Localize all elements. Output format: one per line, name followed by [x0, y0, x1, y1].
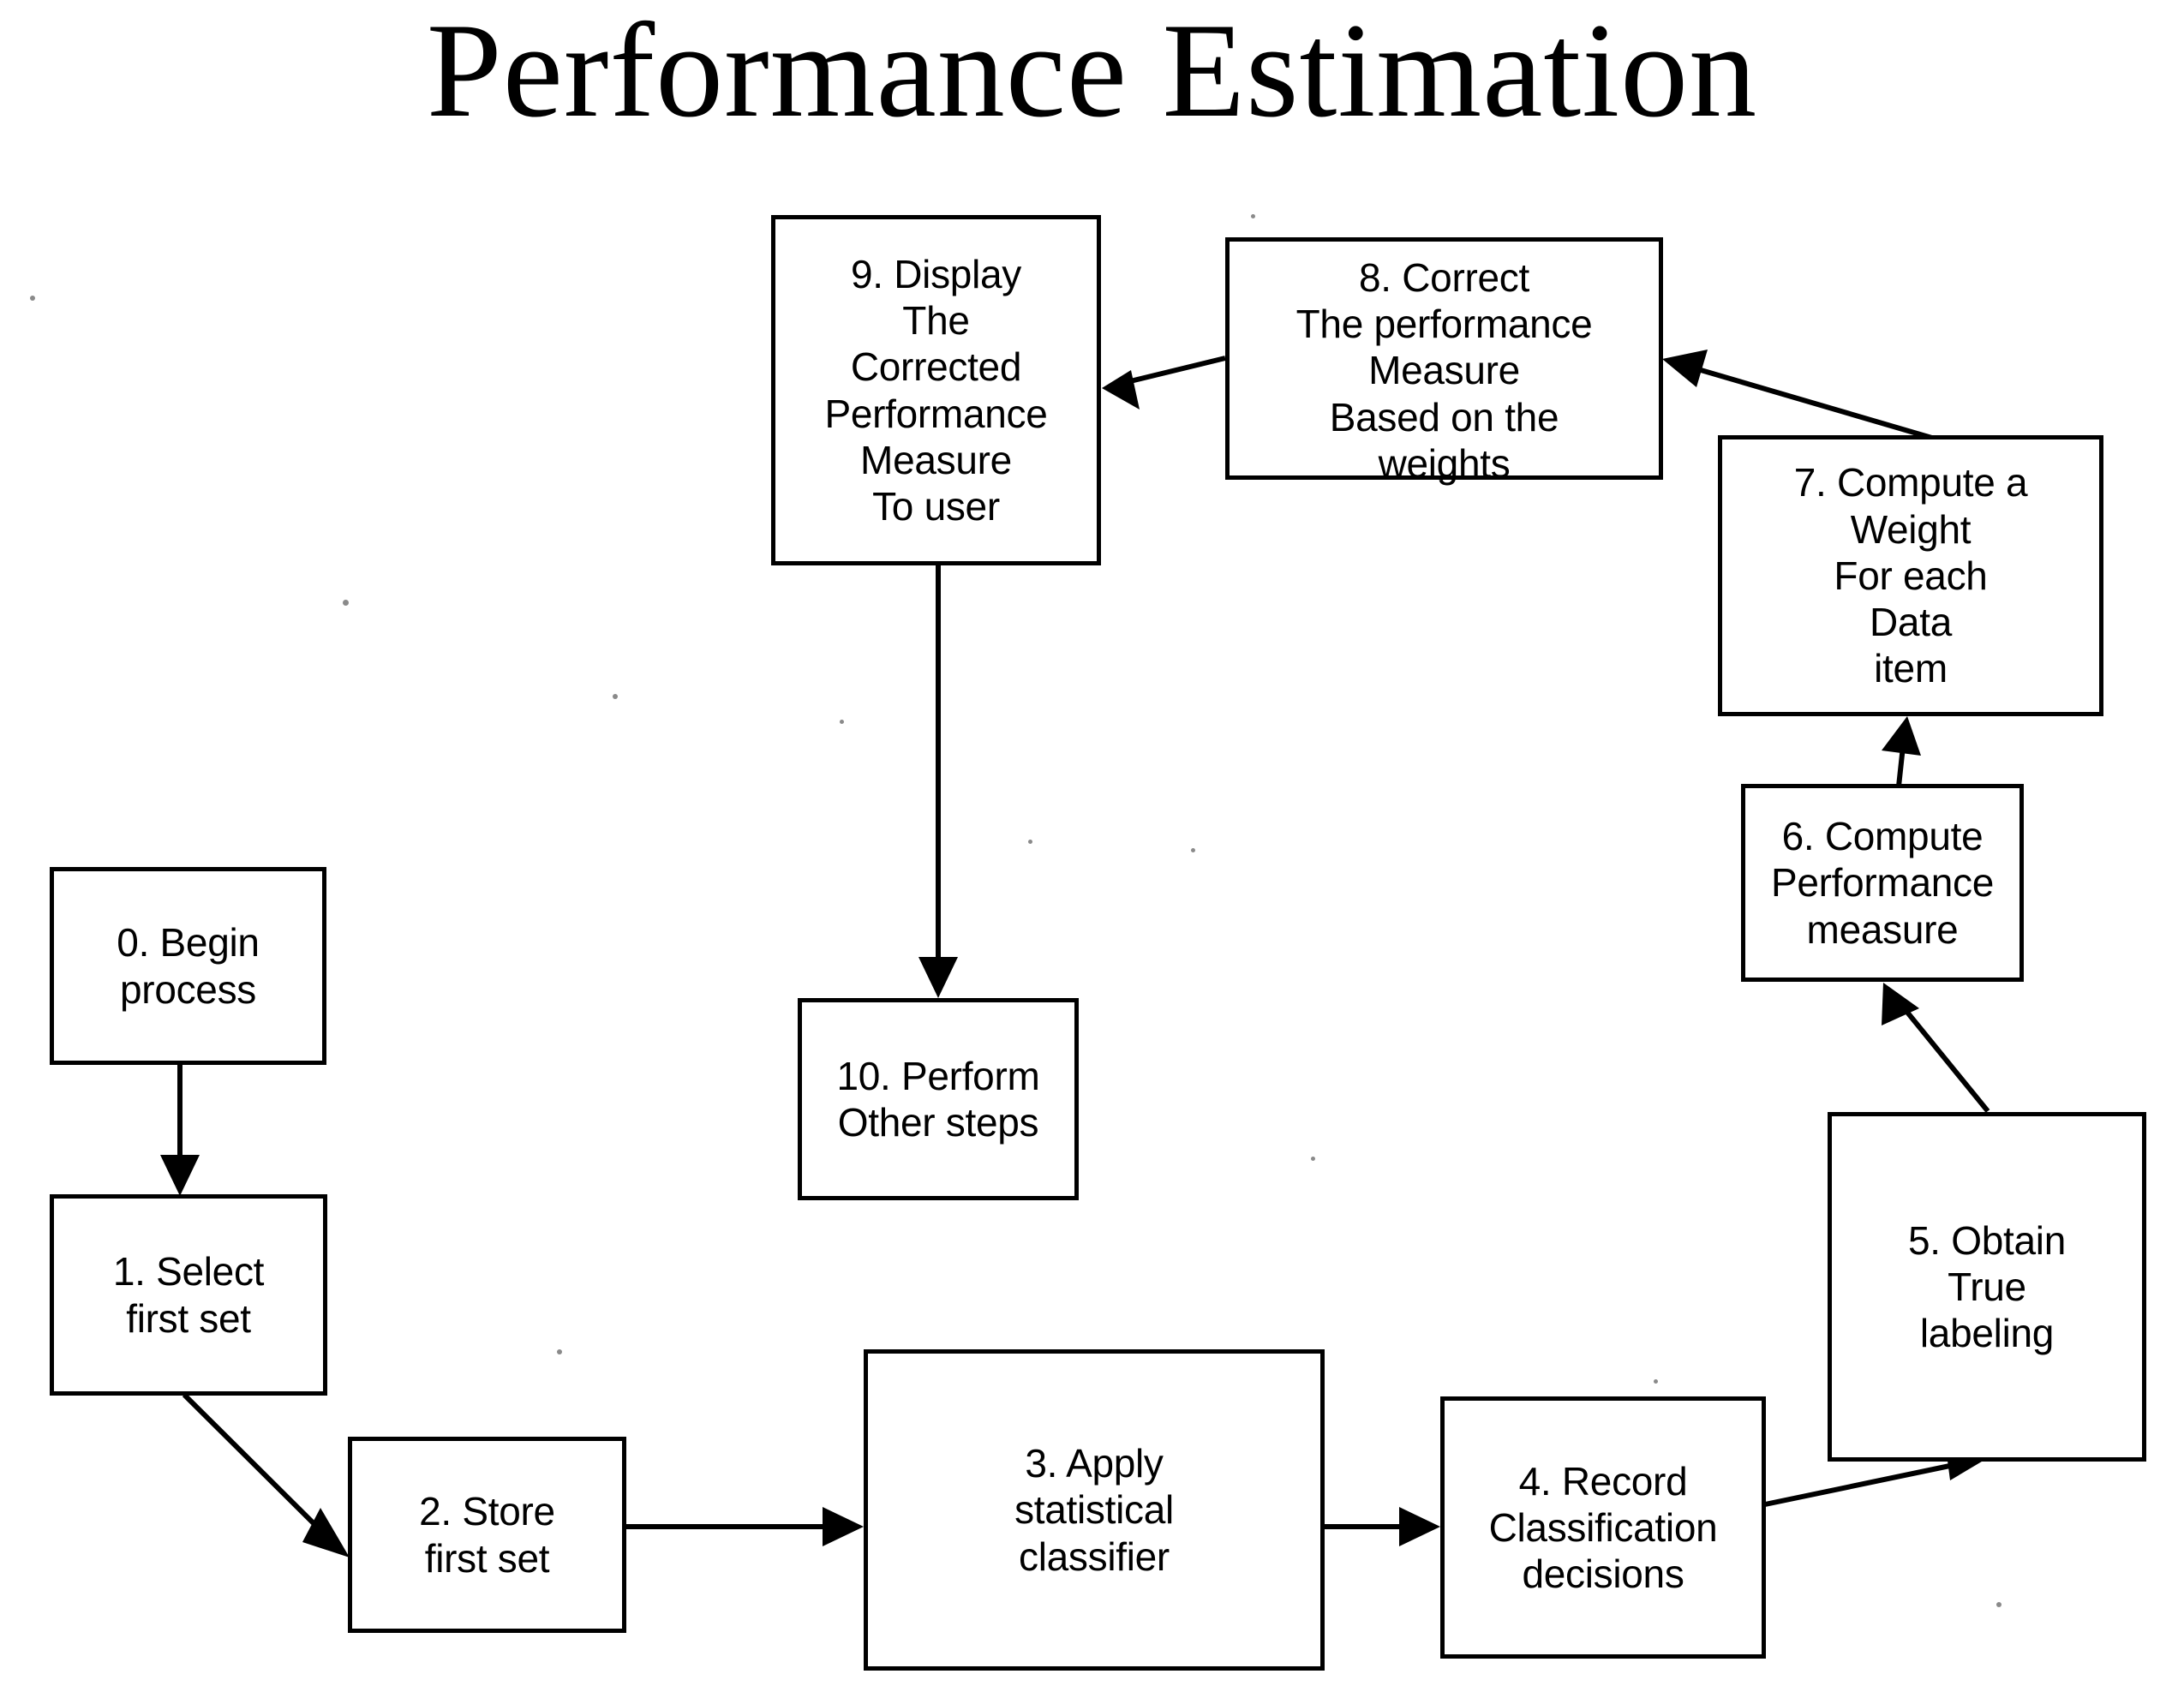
edge-1-to-2	[182, 1392, 350, 1558]
node-6-compute-performance-measure[interactable]: 6. Compute Performance measure	[1741, 784, 2024, 982]
scan-speck	[1191, 848, 1195, 852]
scan-speck	[1996, 1602, 2002, 1607]
scan-speck	[613, 694, 618, 699]
scan-speck	[1251, 214, 1255, 218]
edge-9-to-10	[918, 565, 958, 998]
edge-0-to-1	[160, 1064, 200, 1196]
scan-speck	[557, 1349, 562, 1354]
edge-7-to-8	[1662, 350, 1936, 441]
node-label: 7. Compute a Weight For each Data item	[1793, 460, 2028, 691]
node-label: 9. Display The Corrected Performance Mea…	[824, 251, 1048, 529]
node-label: 5. Obtain True labeling	[1908, 1217, 2066, 1356]
node-3-apply-statistical-classifier[interactable]: 3. Apply statistical classifier	[864, 1349, 1325, 1671]
page-title: Performance Estimation	[426, 0, 1758, 146]
node-7-compute-weight-for-each-data-item[interactable]: 7. Compute a Weight For each Data item	[1718, 435, 2103, 716]
node-label: 1. Select first set	[112, 1249, 265, 1341]
edge-3-to-4	[1324, 1507, 1440, 1546]
flowchart-page: Performance Estimation 9. Display The Co…	[0, 0, 2184, 1704]
scan-speck	[1028, 840, 1032, 844]
node-2-store-first-set[interactable]: 2. Store first set	[348, 1437, 626, 1633]
scan-speck	[840, 720, 844, 724]
scan-speck	[30, 296, 35, 301]
node-10-perform-other-steps[interactable]: 10. Perform Other steps	[798, 998, 1079, 1200]
node-8-correct-performance-measure[interactable]: 8. Correct The performance Measure Based…	[1225, 237, 1663, 486]
node-label: 10. Perform Other steps	[836, 1053, 1040, 1145]
node-4-record-classification-decisions[interactable]: 4. Record Classification decisions	[1440, 1396, 1766, 1659]
node-label: 3. Apply statistical classifier	[1014, 1441, 1174, 1579]
node-label: 6. Compute Performance measure	[1770, 814, 1995, 952]
node-label: 2. Store first set	[419, 1489, 555, 1581]
edge-8-to-9	[1102, 356, 1226, 410]
node-label: 4. Record Classification decisions	[1488, 1458, 1718, 1597]
edge-2-to-3	[625, 1507, 864, 1546]
node-label: 8. Correct The performance Measure Based…	[1295, 254, 1593, 486]
node-9-display-corrected-performance-measure[interactable]: 9. Display The Corrected Performance Mea…	[771, 215, 1101, 565]
edge-5-to-6	[1882, 983, 1990, 1113]
node-5-obtain-true-labeling[interactable]: 5. Obtain True labeling	[1828, 1112, 2146, 1462]
node-0-begin-process[interactable]: 0. Begin process	[50, 867, 326, 1065]
node-1-select-first-set[interactable]: 1. Select first set	[50, 1194, 327, 1396]
scan-speck	[1311, 1157, 1315, 1161]
scan-speck	[1654, 1379, 1658, 1384]
scan-speck	[343, 600, 349, 606]
node-label: 0. Begin process	[117, 920, 260, 1012]
